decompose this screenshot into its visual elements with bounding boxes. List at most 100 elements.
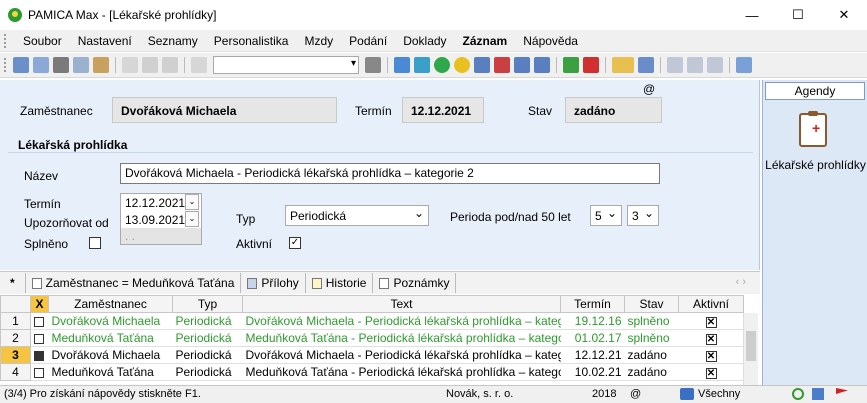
tab-scroll-arrows[interactable]: ‹ › <box>736 276 746 288</box>
menu-seznamy[interactable]: Seznamy <box>140 34 206 48</box>
medical-clipboard-icon[interactable] <box>799 111 827 147</box>
row-select-cell[interactable] <box>30 329 49 347</box>
tab-poznamky[interactable]: Poznámky <box>373 273 457 293</box>
scrollbar-thumb[interactable] <box>746 331 756 361</box>
row-number[interactable]: 1 <box>0 312 31 330</box>
tab-prilohy[interactable]: Přílohy <box>241 273 306 293</box>
splneno-checkbox[interactable] <box>89 237 101 249</box>
settings-icon[interactable] <box>736 57 752 73</box>
row-number[interactable]: 3 <box>0 346 31 364</box>
ok-check-icon[interactable] <box>792 388 804 400</box>
status-filter[interactable]: Všechny <box>698 388 740 400</box>
sync-icon[interactable] <box>812 388 824 400</box>
edit-icon[interactable] <box>33 57 49 73</box>
copy-icon[interactable] <box>122 57 138 73</box>
minimize-button[interactable]: — <box>729 0 775 30</box>
module-m3-icon[interactable] <box>494 57 510 73</box>
menu-zaznam[interactable]: Záznam <box>455 34 516 48</box>
table-row[interactable]: 2 Meduňková Taťána Periodická Meduňková … <box>0 329 744 347</box>
upozornovat-date-dropdown[interactable]: ⌄ <box>185 211 199 227</box>
status-at-icon[interactable]: @ <box>630 388 641 400</box>
menu-doklady[interactable]: Doklady <box>395 34 454 48</box>
pen-icon[interactable] <box>680 388 694 400</box>
filter-combo[interactable] <box>213 56 359 74</box>
menu-podani[interactable]: Podání <box>341 34 395 48</box>
row-checkbox[interactable] <box>34 316 44 327</box>
filter-green-icon[interactable] <box>563 57 579 73</box>
print-icon[interactable] <box>53 57 69 73</box>
module-m-icon[interactable] <box>394 57 410 73</box>
row-checkbox[interactable] <box>34 350 44 361</box>
person-yellow-icon[interactable] <box>454 57 470 73</box>
nazev-input[interactable]: Dvořáková Michaela - Periodická lékařská… <box>120 163 660 184</box>
preview-icon[interactable] <box>73 57 89 73</box>
scissors-icon[interactable] <box>365 57 381 73</box>
grid-vertical-scrollbar[interactable] <box>743 313 758 385</box>
perioda-pod-select[interactable]: 5 <box>590 205 622 226</box>
splneno-date-input[interactable]: . . <box>121 228 201 244</box>
menu-napoveda[interactable]: Nápověda <box>515 34 586 48</box>
row-number[interactable]: 2 <box>0 329 31 347</box>
row-select-cell[interactable] <box>30 346 49 364</box>
table-row-selected[interactable]: 3 Dvořáková Michaela Periodická Dvořákov… <box>0 346 744 364</box>
tab-all[interactable]: * <box>0 273 26 293</box>
menu-grip[interactable] <box>4 33 7 48</box>
col-header-rownum[interactable] <box>0 295 31 313</box>
email-at-icon[interactable]: @ <box>643 82 655 96</box>
flag-icon[interactable] <box>836 388 848 394</box>
person-green-icon[interactable] <box>434 57 450 73</box>
menu-nastaveni[interactable]: Nastavení <box>70 34 140 48</box>
folder-icon[interactable] <box>612 57 634 73</box>
new-record-icon[interactable] <box>13 57 29 73</box>
close-button[interactable]: ✕ <box>821 0 867 30</box>
module-m2-icon[interactable] <box>474 57 490 73</box>
toolbar-grip[interactable] <box>4 58 7 72</box>
export-icon[interactable] <box>93 57 109 73</box>
typ-select[interactable]: Periodická <box>285 205 429 226</box>
col-header-stav[interactable]: Stav <box>624 295 679 313</box>
paste-icon[interactable] <box>191 57 207 73</box>
aktivni-check[interactable]: ✕ <box>705 334 717 345</box>
save-all-icon[interactable] <box>162 57 178 73</box>
row-select-cell[interactable] <box>30 312 49 330</box>
aktivni-check[interactable]: ✕ <box>705 317 717 328</box>
maximize-button[interactable]: ☐ <box>775 0 821 30</box>
col-header-aktivni[interactable]: Aktivní <box>678 295 744 313</box>
window-icon[interactable] <box>667 57 683 73</box>
aktivni-check[interactable]: ✕ <box>705 368 717 379</box>
perioda-nad-select[interactable]: 3 <box>627 205 659 226</box>
termin-field[interactable]: 12.12.2021 <box>402 97 484 123</box>
row-checkbox[interactable] <box>34 367 44 378</box>
window3-icon[interactable] <box>707 57 723 73</box>
stav-field[interactable]: zadáno <box>565 97 662 123</box>
agendy-header[interactable]: Agendy <box>765 82 865 100</box>
table-row[interactable]: 4 Meduňková Taťána Periodická Meduňková … <box>0 363 744 381</box>
menu-soubor[interactable]: Soubor <box>15 34 70 48</box>
menu-personalistika[interactable]: Personalistika <box>206 34 297 48</box>
cell-text: Meduňková Taťána - Periodická lékařská p… <box>242 329 561 347</box>
col-header-termin[interactable]: Termín <box>560 295 625 313</box>
aktivni-checkbox[interactable]: ✓ <box>289 237 301 249</box>
window2-icon[interactable] <box>687 57 703 73</box>
col-header-x[interactable]: X <box>30 295 49 313</box>
row-select-cell[interactable] <box>30 363 49 381</box>
row-number[interactable]: 4 <box>0 363 31 381</box>
col-header-typ[interactable]: Typ <box>172 295 243 313</box>
filter-red-icon[interactable] <box>583 57 599 73</box>
termin-date-dropdown[interactable]: ⌄ <box>185 194 199 210</box>
save-icon[interactable] <box>142 57 158 73</box>
module-m5-icon[interactable] <box>534 57 550 73</box>
col-header-text[interactable]: Text <box>242 295 561 313</box>
grid-icon[interactable] <box>638 57 654 73</box>
agenda-lekarske-prohlidky[interactable]: Lékařské prohlídky <box>763 158 867 172</box>
person-up-icon[interactable] <box>414 57 430 73</box>
aktivni-check[interactable]: ✕ <box>705 351 717 362</box>
tab-historie[interactable]: Historie <box>306 273 374 293</box>
module-m4-icon[interactable] <box>514 57 530 73</box>
col-header-zamestnanec[interactable]: Zaměstnanec <box>48 295 173 313</box>
row-checkbox[interactable] <box>34 333 44 344</box>
menu-mzdy[interactable]: Mzdy <box>296 34 341 48</box>
zamestnanec-field[interactable]: Dvořáková Michaela <box>112 97 337 123</box>
tab-filter-zamestnanec[interactable]: Zaměstnanec = Meduňková Taťána <box>26 273 242 293</box>
table-row[interactable]: 1 Dvořáková Michaela Periodická Dvořákov… <box>0 312 744 330</box>
